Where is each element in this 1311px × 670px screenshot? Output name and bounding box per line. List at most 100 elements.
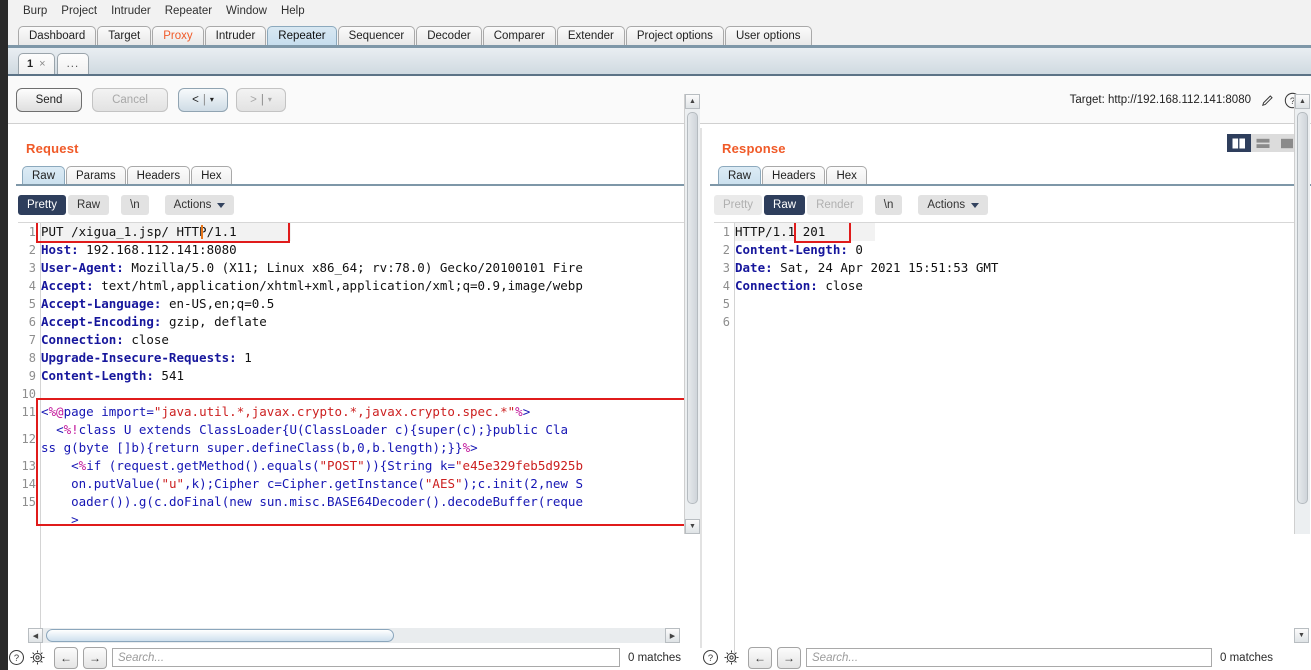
request-actions-button[interactable]: Actions (164, 195, 235, 215)
response-scroll-corner[interactable]: ▼ (1294, 628, 1309, 643)
request-pretty-button[interactable]: Pretty (18, 195, 67, 215)
search-next-button[interactable]: → (777, 646, 801, 669)
line-number: 8 (28, 351, 36, 365)
layout-buttons (1227, 134, 1299, 152)
question-icon[interactable]: ? (8, 649, 25, 666)
request-subtabs: Raw Params Headers Hex (22, 166, 233, 185)
tab-dashboard[interactable]: Dashboard (18, 26, 97, 46)
response-editor[interactable]: 1 2 3 4 5 6 HTTP/1.1 201 Content-Length: 0 Date… (714, 222, 1301, 663)
code-line: <%@page import="java.util.*,javax.crypto… (41, 404, 531, 419)
response-title: Response (722, 141, 786, 156)
menu-item-repeater[interactable]: Repeater (158, 3, 219, 19)
left-rail-bottom (0, 645, 8, 670)
response-scroll-thumb[interactable] (1297, 112, 1308, 504)
search-prev-button[interactable]: ← (748, 646, 772, 669)
scroll-up-icon[interactable]: ▲ (1295, 94, 1310, 109)
line-number: 15 (21, 495, 36, 509)
menu-item-help[interactable]: Help (274, 3, 312, 19)
scroll-up-icon[interactable]: ▲ (685, 94, 700, 109)
target-bar: Target: http://192.168.112.141:8080 ? (1070, 88, 1301, 112)
scroll-left-icon[interactable]: ◀ (28, 628, 43, 643)
request-tab-raw[interactable]: Raw (22, 166, 66, 185)
chevron-down-icon[interactable] (217, 202, 226, 208)
tab-proxy[interactable]: Proxy (152, 26, 204, 46)
svg-text:?: ? (14, 653, 19, 664)
response-subtabs-rule (710, 184, 1311, 186)
chevron-down-icon[interactable]: ▾ (210, 96, 214, 104)
search-prev-button[interactable]: ← (54, 646, 78, 669)
response-actions-button[interactable]: Actions (918, 195, 989, 215)
gear-icon[interactable] (29, 649, 46, 666)
line-number: 9 (28, 369, 36, 383)
send-button[interactable]: Send (16, 88, 82, 112)
response-tab-headers[interactable]: Headers (762, 166, 826, 185)
response-vertical-scrollbar[interactable]: ▲ (1294, 94, 1310, 534)
request-horizontal-scrollbar[interactable]: ◀ ▶ (28, 628, 680, 643)
question-icon[interactable]: ? (702, 649, 719, 666)
request-gutter: 1 2 3 4 5 6 7 8 9 10 11 12 13 14 15 (18, 223, 41, 663)
chevron-down-icon[interactable] (971, 202, 980, 208)
response-actions-label: Actions (927, 199, 966, 211)
request-raw-button[interactable]: Raw (68, 195, 110, 215)
close-icon[interactable]: × (39, 54, 45, 75)
tab-target[interactable]: Target (97, 26, 152, 46)
request-editor[interactable]: 1 2 3 4 5 6 7 8 9 10 11 12 13 14 15 PUT /xigua_1.jsp/ … (18, 222, 698, 663)
menu-item-burp[interactable]: Burp (16, 3, 54, 19)
back-separator: | (202, 94, 206, 106)
tab-decoder[interactable]: Decoder (416, 26, 482, 46)
tab-repeater[interactable]: Repeater (267, 26, 337, 46)
search-input[interactable] (806, 648, 1212, 667)
new-repeater-tab-button[interactable]: ... (56, 53, 90, 75)
response-gutter: 1 2 3 4 5 6 (714, 223, 735, 663)
menu-item-window[interactable]: Window (219, 3, 274, 19)
request-format-bar: Pretty Raw \n Actions (18, 194, 236, 216)
line-number: 10 (21, 387, 36, 401)
response-n-label: \n (883, 199, 894, 211)
response-pretty-label: Pretty (723, 199, 754, 211)
tab-comparer[interactable]: Comparer (482, 26, 556, 46)
search-input[interactable] (112, 648, 620, 667)
tab-project-options[interactable]: Project options (625, 26, 724, 46)
scroll-down-icon[interactable]: ▼ (685, 519, 700, 534)
tab-sequencer[interactable]: Sequencer (337, 26, 416, 46)
response-n-button[interactable]: \n (874, 195, 903, 215)
menu-item-intruder[interactable]: Intruder (104, 3, 158, 19)
request-tab-params[interactable]: Params (66, 166, 126, 185)
request-tab-hex[interactable]: Hex (191, 166, 232, 185)
back-arrow-icon: < (192, 94, 199, 106)
code-line: > (41, 512, 79, 527)
code-line: on.putValue("u",k);Cipher c=Cipher.getIn… (71, 476, 583, 491)
gear-icon[interactable] (723, 649, 740, 666)
response-render-button: Render (807, 195, 863, 215)
request-pretty-label: Pretty (27, 199, 58, 211)
code-line: <%if (request.getMethod().equals("POST")… (71, 458, 583, 473)
response-raw-button[interactable]: Raw (764, 195, 806, 215)
scroll-right-icon[interactable]: ▶ (665, 628, 680, 643)
request-hscroll-thumb[interactable] (46, 629, 394, 642)
toolbar-divider (8, 123, 1311, 124)
forward-arrow-icon: > (250, 94, 257, 106)
code-line: oader()).g(c.doFinal(new sun.misc.BASE64… (71, 494, 583, 509)
request-n-button[interactable]: \n (121, 195, 149, 215)
go-back-button[interactable]: < | ▾ (178, 88, 228, 112)
request-n-label: \n (130, 199, 140, 211)
response-tab-hex[interactable]: Hex (826, 166, 867, 185)
request-scroll-thumb[interactable] (687, 112, 698, 504)
search-next-button[interactable]: → (83, 646, 107, 669)
line-number: 7 (28, 333, 36, 347)
repeater-tab-1[interactable]: 1 × (18, 53, 55, 75)
split-vertical-icon[interactable] (1227, 134, 1251, 152)
response-format-bar: Pretty Raw Render \n Actions (714, 194, 990, 216)
menu-item-project[interactable]: Project (54, 3, 104, 19)
tab-intruder[interactable]: Intruder (204, 26, 267, 46)
pencil-icon[interactable] (1260, 93, 1275, 108)
tab-extender[interactable]: Extender (556, 26, 625, 46)
match-count: 0 matches (1220, 651, 1274, 664)
tab-user-options[interactable]: User options (724, 26, 812, 46)
request-tab-headers[interactable]: Headers (126, 166, 191, 185)
split-horizontal-icon[interactable] (1251, 134, 1275, 152)
request-title: Request (26, 141, 79, 156)
response-tab-raw[interactable]: Raw (718, 166, 762, 185)
request-vertical-scrollbar[interactable]: ▲ ▼ (684, 94, 700, 534)
line-number: 4 (28, 279, 36, 293)
